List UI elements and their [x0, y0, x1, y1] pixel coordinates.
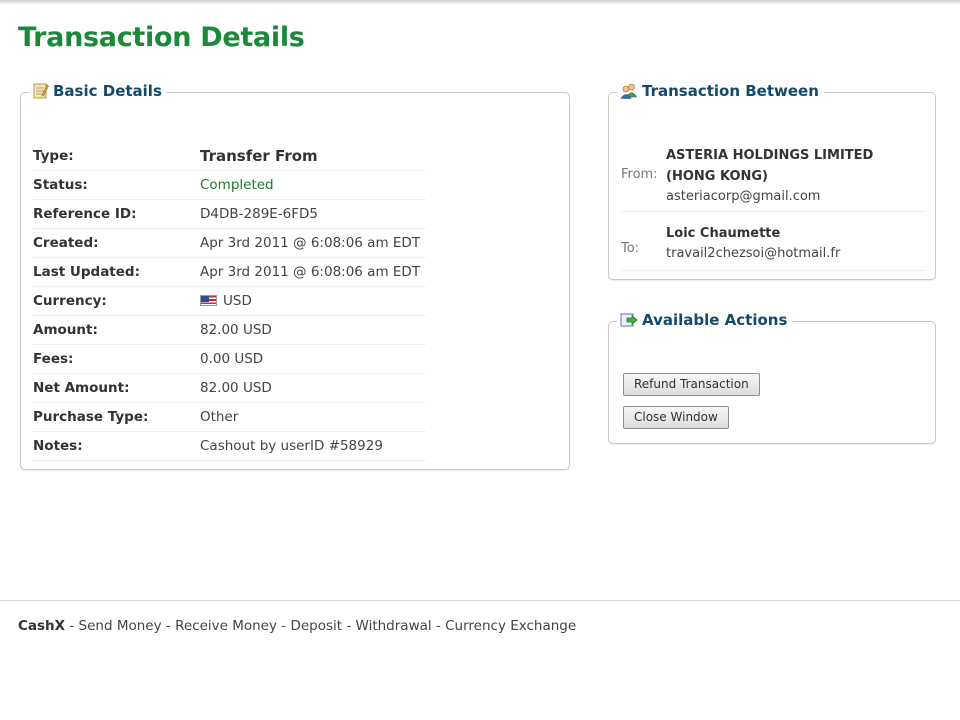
detail-value-cell: Cashout by userID #58929 [200, 431, 427, 461]
footer-divider [0, 600, 960, 601]
detail-row: Net Amount: 82.00 USD [31, 373, 427, 403]
to-email: travail2chezsoi@hotmail.fr [666, 246, 841, 261]
detail-value-cell: USD [200, 286, 427, 316]
us-flag-icon [200, 295, 217, 306]
footer-link[interactable]: Withdrawal [356, 618, 432, 634]
detail-value-cell: 82.00 USD [200, 315, 427, 345]
users-icon [620, 82, 638, 103]
detail-label: Amount: [31, 315, 200, 345]
footer-separator: - [161, 618, 176, 634]
detail-value: Transfer From [200, 147, 318, 165]
to-label: To: [621, 241, 640, 256]
detail-value: Other [200, 409, 239, 425]
footer-separator: - [342, 618, 356, 634]
page-title: Transaction Details [18, 22, 305, 53]
party-to: To: Loic Chaumette travail2chezsoi@hotma… [621, 223, 925, 271]
detail-row: Fees: 0.00 USD [31, 344, 427, 374]
party-from: From: ASTERIA HOLDINGS LIMITED (HONG KON… [621, 145, 925, 212]
basic-details-table: Type: Transfer From Status: Completed Refere… [31, 142, 427, 461]
footer-link[interactable]: Receive Money [175, 618, 277, 634]
basic-details-panel: Basic Details Type: Transfer From Status: C… [20, 82, 570, 470]
detail-row: Created: Apr 3rd 2011 @ 6:08:06 am EDT [31, 228, 427, 258]
detail-row: Last Updated: Apr 3rd 2011 @ 6:08:06 am E… [31, 257, 427, 287]
detail-label: Net Amount: [31, 373, 200, 403]
basic-details-legend-text: Basic Details [53, 82, 162, 100]
basic-details-legend: Basic Details [29, 82, 167, 103]
go-arrow-icon [620, 311, 638, 332]
detail-value: USD [223, 293, 252, 309]
detail-label: Notes: [31, 431, 200, 461]
from-label: From: [621, 167, 658, 182]
detail-value-cell: D4DB-289E-6FD5 [200, 199, 427, 229]
detail-value: D4DB-289E-6FD5 [200, 206, 319, 222]
footer-link[interactable]: Send Money [79, 618, 162, 634]
detail-value: 0.00 USD [200, 351, 264, 367]
detail-value: Apr 3rd 2011 @ 6:08:06 am EDT [200, 235, 421, 251]
to-name: Loic Chaumette [666, 226, 781, 241]
refund-transaction-button[interactable]: Refund Transaction [623, 373, 760, 396]
detail-label: Type: [31, 142, 200, 171]
detail-value-cell: Completed [200, 170, 427, 200]
detail-label: Purchase Type: [31, 402, 200, 432]
detail-label: Status: [31, 170, 200, 200]
detail-value: Completed [200, 177, 274, 193]
transaction-between-legend-text: Transaction Between [642, 82, 819, 100]
detail-row: Purchase Type: Other [31, 402, 427, 432]
from-email: asteriacorp@gmail.com [666, 189, 821, 204]
detail-value: 82.00 USD [200, 380, 272, 396]
available-actions-legend-text: Available Actions [642, 311, 788, 329]
footer-separator: - [431, 618, 446, 634]
top-shadow-bar [0, 0, 960, 5]
footer-nav: CashX - Send Money - Receive Money - Dep… [18, 618, 576, 634]
footer-separator: - [69, 618, 79, 634]
close-window-button[interactable]: Close Window [623, 406, 729, 429]
detail-value-cell: Apr 3rd 2011 @ 6:08:06 am EDT [200, 228, 427, 258]
available-actions-panel: Available Actions Refund Transaction Clo… [608, 311, 936, 444]
detail-label: Created: [31, 228, 200, 258]
detail-value-cell: Other [200, 402, 427, 432]
transaction-between-legend: Transaction Between [617, 82, 824, 103]
detail-value: Apr 3rd 2011 @ 6:08:06 am EDT [200, 264, 421, 280]
detail-row: Amount: 82.00 USD [31, 315, 427, 345]
transaction-between-panel: Transaction Between From: ASTERIA HOLDIN… [608, 82, 936, 280]
detail-row: Type: Transfer From [31, 142, 427, 171]
footer-link[interactable]: Deposit [290, 618, 342, 634]
footer-link[interactable]: Currency Exchange [445, 618, 576, 634]
detail-row: Notes: Cashout by userID #58929 [31, 431, 427, 461]
detail-value: Cashout by userID #58929 [200, 438, 383, 454]
detail-value-cell: Apr 3rd 2011 @ 6:08:06 am EDT [200, 257, 427, 287]
detail-label: Fees: [31, 344, 200, 374]
notepad-icon [32, 82, 49, 103]
detail-value-cell: 82.00 USD [200, 373, 427, 403]
detail-row: Status: Completed [31, 170, 427, 200]
detail-label: Currency: [31, 286, 200, 316]
detail-label: Reference ID: [31, 199, 200, 229]
from-name: ASTERIA HOLDINGS LIMITED (HONG KONG) [666, 148, 874, 184]
detail-row: Currency: USD [31, 286, 427, 316]
detail-value-cell: Transfer From [200, 142, 427, 171]
available-actions-legend: Available Actions [617, 311, 792, 332]
footer-separator: - [276, 618, 291, 634]
detail-label: Last Updated: [31, 257, 200, 287]
footer-brand: CashX [18, 618, 66, 634]
detail-value: 82.00 USD [200, 322, 272, 338]
detail-row: Reference ID: D4DB-289E-6FD5 [31, 199, 427, 229]
detail-value-cell: 0.00 USD [200, 344, 427, 374]
